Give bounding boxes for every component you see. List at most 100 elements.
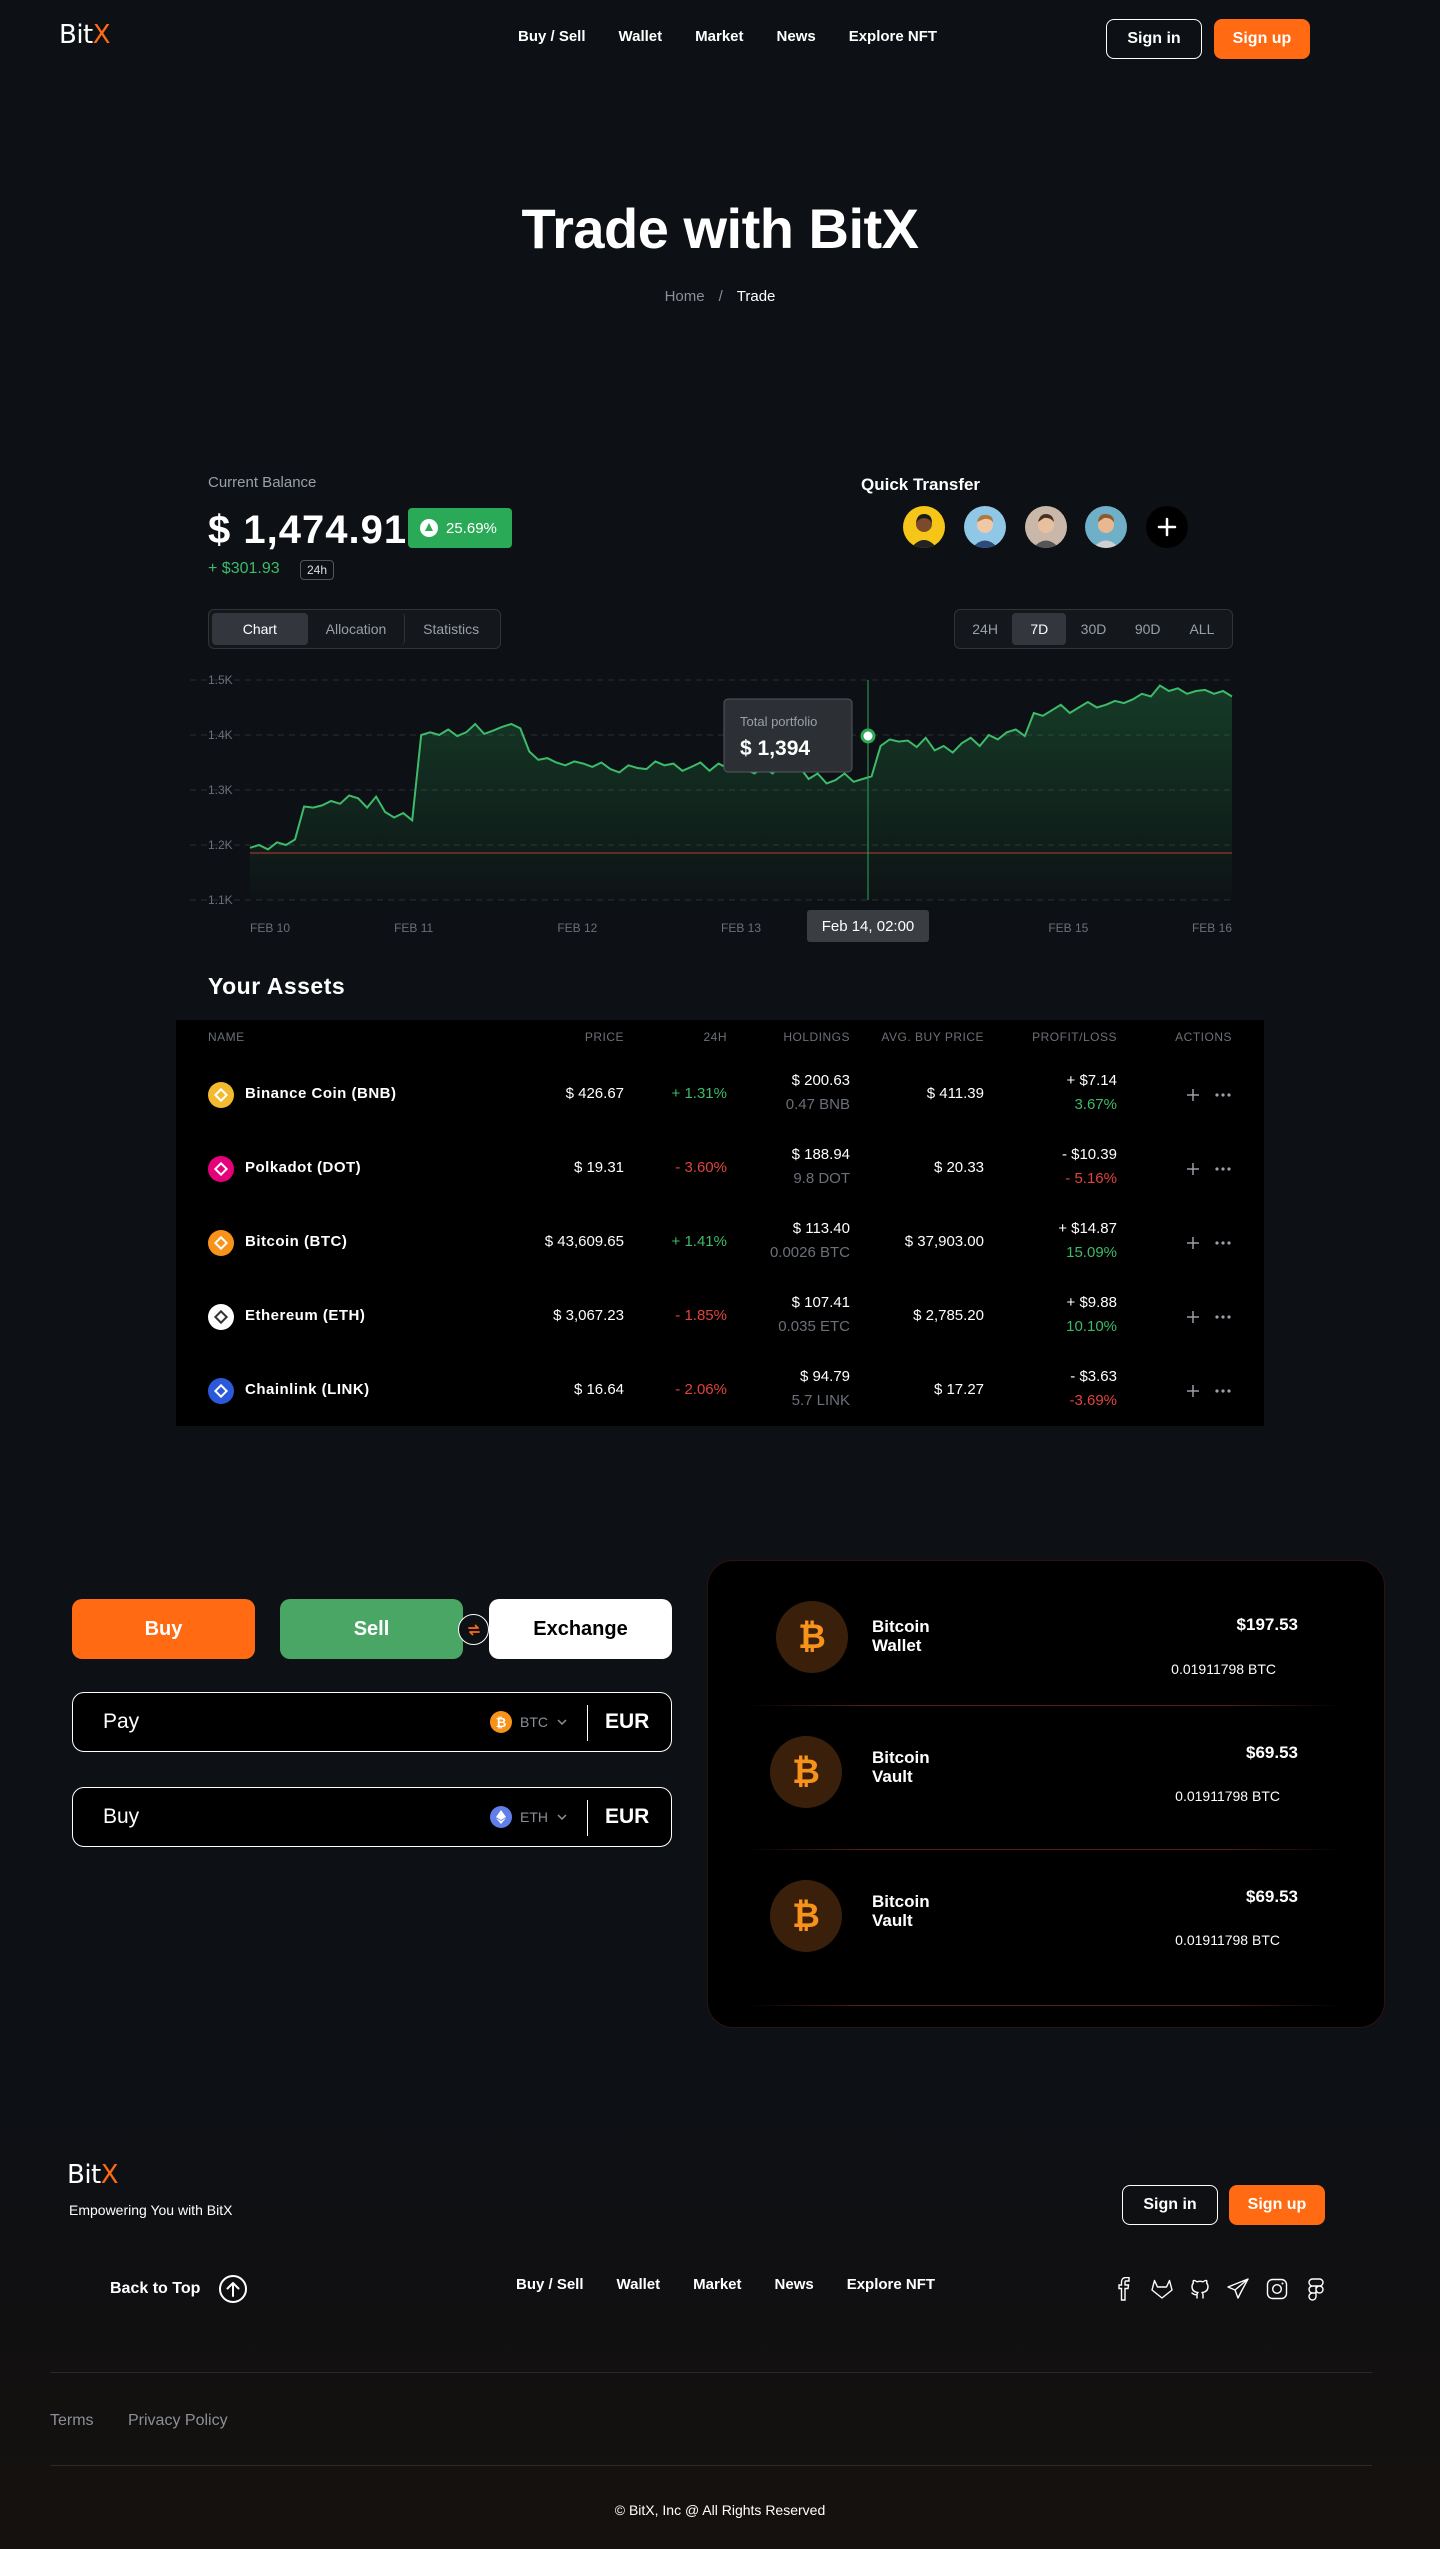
- more-icon[interactable]: [1214, 1308, 1232, 1326]
- range-all[interactable]: ALL: [1175, 613, 1229, 645]
- asset-name[interactable]: Ethereum (ETH): [245, 1307, 365, 1324]
- buy-button[interactable]: Buy: [72, 1599, 255, 1659]
- footer-nav-explore-nft[interactable]: Explore NFT: [847, 2276, 935, 2293]
- avatar[interactable]: [903, 506, 945, 548]
- more-icon[interactable]: [1214, 1160, 1232, 1178]
- buy-field[interactable]: Buy ETH EUR: [72, 1787, 672, 1847]
- tooltip: [723, 698, 853, 773]
- range-7d[interactable]: 7D: [1012, 613, 1067, 645]
- telegram-icon[interactable]: [1226, 2277, 1250, 2301]
- asset-price: $ 43,609.65: [544, 1233, 624, 1250]
- table-row[interactable]: Ethereum (ETH) $ 3,067.23 - 1.85% $ 107.41 0…: [176, 1280, 1264, 1354]
- exchange-button[interactable]: Exchange: [489, 1599, 672, 1659]
- assets-title: Your Assets: [208, 973, 346, 999]
- nav-buy-sell[interactable]: Buy / Sell: [518, 28, 586, 45]
- privacy-policy-link[interactable]: Privacy Policy: [128, 2412, 228, 2430]
- avatar[interactable]: [1025, 506, 1067, 548]
- bitcoin-icon: ₿: [770, 1736, 842, 1808]
- asset-holding-amount: 0.0026 BTC: [769, 1244, 850, 1261]
- figma-icon[interactable]: [1304, 2277, 1328, 2301]
- nav-market[interactable]: Market: [695, 28, 743, 45]
- asset-pl-usd: + $7.14: [1066, 1072, 1117, 1089]
- y-tick-label: 1.1K: [208, 893, 233, 907]
- col-avg-buy-price: AVG. BUY PRICE: [881, 1030, 984, 1044]
- nav-wallet[interactable]: Wallet: [619, 28, 663, 45]
- footer-sign-up-button[interactable]: Sign up: [1229, 2185, 1325, 2225]
- asset-name[interactable]: Binance Coin (BNB): [245, 1085, 397, 1102]
- gitlab-icon[interactable]: [1150, 2277, 1174, 2301]
- table-row[interactable]: Polkadot (DOT) $ 19.31 - 3.60% $ 188.94 9.8 …: [176, 1132, 1264, 1206]
- bitcoin-icon: ₿: [770, 1880, 842, 1952]
- asset-holding-usd: $ 200.63: [791, 1072, 850, 1089]
- swap-button[interactable]: [458, 1614, 489, 1645]
- buy-coin-select[interactable]: ETH: [490, 1806, 568, 1828]
- pay-field[interactable]: Pay ₿ BTC EUR: [72, 1692, 672, 1752]
- more-icon[interactable]: [1214, 1382, 1232, 1400]
- footer-nav-wallet[interactable]: Wallet: [617, 2276, 661, 2293]
- asset-name[interactable]: Polkadot (DOT): [245, 1159, 361, 1176]
- tab-allocation[interactable]: Allocation: [308, 613, 406, 645]
- y-tick-label: 1.3K: [208, 783, 233, 797]
- facebook-icon[interactable]: [1112, 2277, 1136, 2301]
- wallet-name[interactable]: Bitcoin Vault: [872, 1892, 930, 1930]
- nav-explore-nft[interactable]: Explore NFT: [849, 28, 937, 45]
- terms-link[interactable]: Terms: [50, 2412, 94, 2430]
- table-row[interactable]: Binance Coin (BNB) $ 426.67 + 1.31% $ 200.6…: [176, 1058, 1264, 1132]
- pay-coin-select[interactable]: ₿ BTC: [490, 1711, 568, 1733]
- col-holdings: HOLDINGS: [783, 1030, 850, 1044]
- breadcrumb-home[interactable]: Home: [665, 288, 705, 305]
- add-contact-button[interactable]: [1146, 506, 1188, 548]
- asset-pl-usd: + $9.88: [1066, 1294, 1117, 1311]
- footer-nav-market[interactable]: Market: [693, 2276, 741, 2293]
- asset-pl-usd: + $14.87: [1058, 1220, 1117, 1237]
- wallet-name[interactable]: Bitcoin Wallet: [872, 1617, 930, 1655]
- back-to-top-label: Back to Top: [110, 2280, 201, 2297]
- footer-nav-buy-sell[interactable]: Buy / Sell: [516, 2276, 584, 2293]
- more-icon[interactable]: [1214, 1086, 1232, 1104]
- page-title: Trade with BitX: [521, 197, 920, 260]
- range-30d[interactable]: 30D: [1066, 613, 1120, 645]
- range-90d[interactable]: 90D: [1121, 613, 1175, 645]
- range-24h[interactable]: 24H: [958, 613, 1012, 645]
- logo[interactable]: BitX: [59, 20, 111, 50]
- table-row[interactable]: Chainlink (LINK) $ 16.64 - 2.06% $ 94.79 5.7…: [176, 1354, 1264, 1428]
- buy-currency[interactable]: EUR: [605, 1805, 649, 1829]
- github-icon[interactable]: [1188, 2277, 1212, 2301]
- footer-logo[interactable]: BitX: [67, 2160, 119, 2190]
- chevron-down-icon: [557, 1719, 567, 1726]
- tab-statistics[interactable]: Statistics: [405, 613, 497, 645]
- plus-icon[interactable]: [1184, 1308, 1202, 1326]
- plus-icon[interactable]: [1184, 1382, 1202, 1400]
- sign-in-button[interactable]: Sign in: [1106, 19, 1202, 59]
- portfolio-chart[interactable]: 1.5K 1.4K 1.3K 1.2K 1.1K FEB 10 FEB 11 FEB 12 F…: [190, 660, 1250, 950]
- table-row[interactable]: Bitcoin (BTC) $ 43,609.65 + 1.41% $ 113.40 0…: [176, 1206, 1264, 1280]
- col-24h: 24H: [703, 1030, 727, 1044]
- wallet-name[interactable]: Bitcoin Vault: [872, 1748, 930, 1786]
- more-icon[interactable]: [1214, 1234, 1232, 1252]
- asset-holding-usd: $ 188.94: [791, 1146, 850, 1163]
- wallets-panel: ₿ Bitcoin Wallet $197.53 0.01911798 BTC ₿…: [707, 1560, 1385, 2028]
- footer-nav-news[interactable]: News: [775, 2276, 814, 2293]
- asset-name[interactable]: Bitcoin (BTC): [245, 1233, 347, 1250]
- asset-pl-pct: 3.67%: [1074, 1096, 1117, 1113]
- pay-currency[interactable]: EUR: [605, 1710, 649, 1734]
- plus-icon[interactable]: [1184, 1160, 1202, 1178]
- plus-icon[interactable]: [1184, 1234, 1202, 1252]
- instagram-icon[interactable]: [1265, 2277, 1289, 2301]
- back-to-top[interactable]: Back to Top: [110, 2274, 248, 2304]
- coin-icon: [208, 1082, 234, 1108]
- avatar[interactable]: [964, 506, 1006, 548]
- breadcrumb-separator: /: [718, 288, 723, 305]
- sign-up-button[interactable]: Sign up: [1214, 19, 1310, 59]
- tab-chart[interactable]: Chart: [212, 613, 308, 645]
- sell-button[interactable]: Sell: [280, 1599, 463, 1659]
- footer-sign-in-button[interactable]: Sign in: [1122, 2185, 1218, 2225]
- nav-news[interactable]: News: [777, 28, 816, 45]
- asset-avg-price: $ 17.27: [933, 1381, 984, 1398]
- asset-avg-price: $ 20.33: [933, 1159, 984, 1176]
- asset-name[interactable]: Chainlink (LINK): [245, 1381, 370, 1398]
- plus-icon[interactable]: [1184, 1086, 1202, 1104]
- divider: [744, 1705, 1344, 1706]
- period-tag: 24h: [300, 560, 335, 580]
- avatar[interactable]: [1085, 506, 1127, 548]
